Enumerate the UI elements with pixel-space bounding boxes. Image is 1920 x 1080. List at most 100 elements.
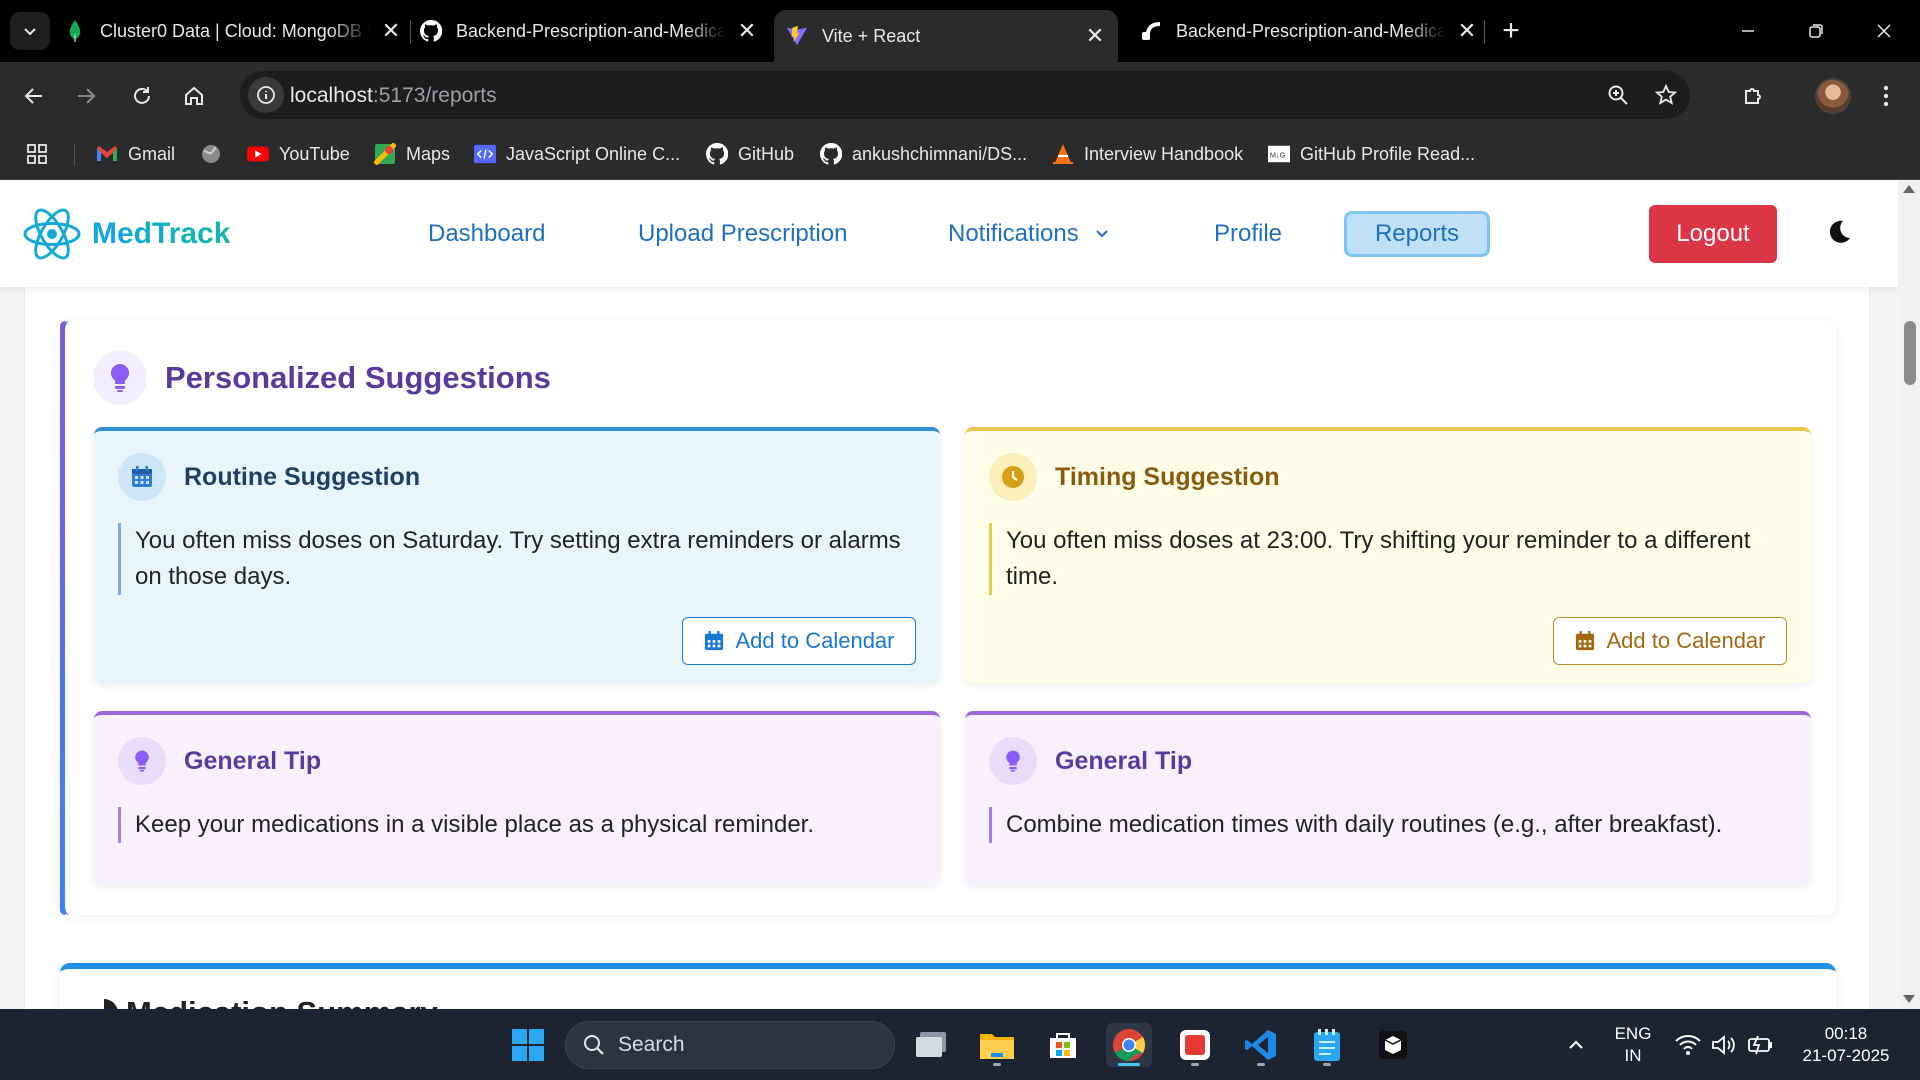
- forward-button[interactable]: [66, 76, 106, 116]
- browser-tab-vite-react[interactable]: Vite + React ✕: [774, 10, 1118, 62]
- taskbar-chrome[interactable]: [1106, 1023, 1152, 1067]
- battery-icon[interactable]: [1746, 1031, 1774, 1059]
- lightbulb-icon: [118, 737, 166, 785]
- github-icon: [420, 20, 442, 42]
- youtube-icon: [247, 143, 269, 165]
- close-tab-icon[interactable]: ✕: [378, 18, 404, 44]
- taskbar-search-placeholder: Search: [618, 1033, 685, 1056]
- logout-button[interactable]: Logout: [1649, 205, 1777, 263]
- volume-icon[interactable]: [1710, 1031, 1738, 1059]
- running-indicator: [993, 1063, 1001, 1066]
- task-view-button[interactable]: [908, 1023, 954, 1067]
- taskbar-search-box[interactable]: Search: [565, 1021, 895, 1069]
- close-tab-icon[interactable]: ✕: [734, 18, 760, 44]
- browser-tab-github[interactable]: Backend-Prescription-and-Medication ✕: [420, 10, 760, 52]
- nav-reports[interactable]: Reports: [1344, 211, 1490, 257]
- bookmark-star-button[interactable]: [1651, 80, 1681, 110]
- nav-upload-prescription[interactable]: Upload Prescription: [638, 211, 847, 257]
- moon-icon[interactable]: [1823, 217, 1853, 247]
- add-to-calendar-button[interactable]: Add to Calendar: [682, 617, 916, 665]
- zoom-button[interactable]: [1603, 80, 1633, 110]
- restore-window-button[interactable]: [1782, 0, 1850, 62]
- maps-icon: [374, 143, 396, 165]
- browser-tab-mongodb[interactable]: Cluster0 Data | Cloud: MongoDB Cloud ✕: [64, 10, 404, 52]
- taskbar-app-red[interactable]: [1172, 1023, 1218, 1067]
- arrow-right-icon: [78, 88, 96, 104]
- github-icon: [706, 143, 728, 165]
- vite-icon: [786, 25, 808, 47]
- bookmark-globe[interactable]: [200, 140, 232, 168]
- bookmark-gmail[interactable]: Gmail: [96, 140, 175, 168]
- start-button[interactable]: [505, 1023, 551, 1067]
- close-tab-icon[interactable]: ✕: [1454, 18, 1480, 44]
- tab-search-button[interactable]: [10, 12, 50, 50]
- bookmark-javascript-online[interactable]: JavaScript Online C...: [474, 140, 680, 168]
- clock-date: 21-07-2025: [1802, 1046, 1890, 1065]
- chevron-up-icon: [1569, 1040, 1583, 1049]
- address-bar[interactable]: localhost:5173/reports: [240, 71, 1690, 119]
- show-hidden-icons-button[interactable]: [1562, 1031, 1590, 1059]
- profile-avatar[interactable]: [1815, 78, 1851, 114]
- restore-icon: [1809, 24, 1823, 38]
- nav-profile[interactable]: Profile: [1214, 211, 1282, 257]
- bookmark-apps[interactable]: [26, 140, 58, 168]
- summary-title-text: Medication Summary: [126, 995, 438, 1009]
- suggestion-title: Routine Suggestion: [184, 462, 421, 491]
- app-navbar: MedTrack Dashboard Upload Prescription N…: [0, 181, 1898, 287]
- star-icon: [1655, 84, 1677, 105]
- language-indicator[interactable]: ENG IN: [1608, 1023, 1658, 1067]
- taskbar-app-dark[interactable]: [1370, 1023, 1416, 1067]
- taskbar-notepad[interactable]: [1304, 1023, 1350, 1067]
- taskbar-file-explorer[interactable]: [974, 1023, 1020, 1067]
- clock[interactable]: 00:18 21-07-2025: [1790, 1023, 1902, 1067]
- bookmark-ankushchimnani[interactable]: ankushchimnani/DS...: [820, 140, 1027, 168]
- minimize-window-button[interactable]: [1714, 0, 1782, 62]
- scrollbar-thumb[interactable]: [1904, 321, 1916, 385]
- minimize-icon: [1742, 30, 1754, 32]
- back-button[interactable]: [14, 76, 54, 116]
- windows-taskbar: Search ENG IN 00:18 21-07-2025: [0, 1009, 1920, 1080]
- bookmark-github[interactable]: GitHub: [706, 140, 794, 168]
- bookmark-youtube[interactable]: YouTube: [247, 140, 350, 168]
- readme-icon: M↓G: [1268, 143, 1290, 165]
- nav-dashboard[interactable]: Dashboard: [428, 211, 545, 257]
- add-to-calendar-button[interactable]: Add to Calendar: [1553, 617, 1787, 665]
- render-icon: [1140, 20, 1162, 42]
- page-scrollbar[interactable]: [1898, 181, 1920, 1009]
- nav-notifications[interactable]: Notifications: [948, 211, 1109, 257]
- brand-logo[interactable]: MedTrack: [22, 205, 230, 263]
- clock-time: 00:18: [1824, 1024, 1868, 1043]
- bookmark-maps[interactable]: Maps: [374, 140, 450, 168]
- bookmark-interview-handbook[interactable]: Interview Handbook: [1052, 140, 1243, 168]
- button-label: Add to Calendar: [1606, 628, 1766, 653]
- mongodb-leaf-icon: [64, 20, 86, 42]
- running-indicator: [1257, 1063, 1265, 1066]
- folder-icon: [980, 1034, 1014, 1059]
- bookmark-label: GitHub Profile Read...: [1300, 143, 1476, 164]
- close-tab-icon[interactable]: ✕: [1082, 23, 1108, 49]
- scroll-down-arrow-icon[interactable]: [1903, 995, 1915, 1003]
- browser-tab-render[interactable]: Backend-Prescription-and-Medication ✕: [1140, 10, 1480, 52]
- info-icon: [257, 86, 275, 104]
- new-tab-button[interactable]: +: [1494, 14, 1528, 48]
- code-icon: [474, 143, 496, 165]
- clock-icon: [989, 453, 1037, 501]
- taskbar-vscode[interactable]: [1238, 1023, 1284, 1067]
- wifi-icon[interactable]: [1674, 1031, 1702, 1059]
- calendar-icon: [1575, 631, 1594, 651]
- reload-button[interactable]: [122, 76, 162, 116]
- extensions-button[interactable]: [1734, 76, 1774, 116]
- taskbar-microsoft-store[interactable]: [1040, 1023, 1086, 1067]
- running-indicator: [1118, 1063, 1140, 1066]
- bookmark-github-profile-readme[interactable]: M↓G GitHub Profile Read...: [1268, 140, 1475, 168]
- chevron-down-icon: [24, 28, 36, 36]
- site-info-button[interactable]: [248, 77, 284, 113]
- home-icon: [185, 86, 203, 105]
- chevron-down-icon: [1096, 230, 1108, 238]
- medication-summary-title: Medication Summary: [90, 995, 438, 1009]
- medication-summary-card: Medication Summary: [60, 963, 1836, 1009]
- close-window-button[interactable]: [1850, 0, 1918, 62]
- scroll-up-arrow-icon[interactable]: [1903, 185, 1915, 193]
- home-button[interactable]: [174, 76, 214, 116]
- browser-menu-button[interactable]: [1866, 76, 1906, 116]
